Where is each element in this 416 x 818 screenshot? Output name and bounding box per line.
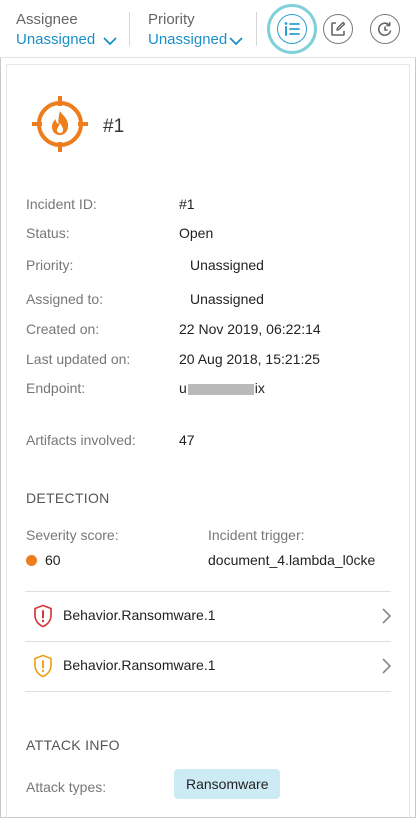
assignee-label: Assignee — [16, 11, 78, 28]
divider — [25, 591, 391, 592]
behavior-item[interactable]: Behavior.Ransomware.1 — [25, 593, 391, 639]
divider — [25, 641, 391, 642]
edit-button[interactable] — [323, 14, 353, 44]
chevron-down-icon — [229, 37, 243, 46]
incident-header: Assignee Unassigned Priority Unassigned — [0, 0, 416, 58]
history-button[interactable] — [370, 14, 400, 44]
assignee-value: Unassigned — [16, 31, 96, 48]
priority-selector[interactable]: Priority Unassigned — [148, 11, 243, 50]
details-view-button[interactable] — [277, 14, 307, 44]
info-list-icon — [284, 22, 300, 36]
trigger-label: Incident trigger: — [208, 527, 305, 543]
attack-types-label: Attack types: — [26, 779, 107, 795]
chevron-right-icon — [382, 608, 391, 624]
shield-alert-icon — [34, 654, 52, 678]
header-divider — [256, 12, 257, 46]
detail-key: Last updated on: — [26, 351, 131, 367]
endpoint-value: u ix — [179, 379, 265, 397]
detail-key: Endpoint: — [26, 380, 86, 396]
severity-value: 60 — [45, 552, 61, 568]
incident-crosshair-fire-icon — [32, 96, 88, 152]
assignee-dropdown[interactable]: Unassigned — [16, 30, 117, 50]
priority-label: Priority — [148, 11, 195, 28]
redacted-block — [187, 383, 254, 395]
behavior-item[interactable]: Behavior.Ransomware.1 — [25, 643, 391, 689]
severity-label: Severity score: — [26, 527, 119, 543]
severity-score: 60 — [26, 551, 61, 569]
chevron-right-icon — [382, 658, 391, 674]
header-divider — [129, 12, 130, 46]
detail-value: Unassigned — [190, 291, 264, 307]
detail-value: 22 Nov 2019, 06:22:14 — [179, 321, 321, 337]
behavior-label: Behavior.Ransomware.1 — [63, 607, 216, 623]
attack-type-tag[interactable]: Ransomware — [174, 769, 281, 799]
detail-value: Unassigned — [190, 257, 264, 273]
incident-title: #1 — [103, 116, 125, 137]
detail-value: Open — [179, 225, 214, 241]
assignee-selector[interactable]: Assignee Unassigned — [16, 11, 117, 50]
detail-key: Created on: — [26, 321, 100, 337]
shield-alert-icon — [34, 604, 52, 628]
detail-value: 20 Aug 2018, 15:21:25 — [179, 351, 320, 367]
severity-dot-icon — [26, 554, 37, 566]
edit-icon — [331, 21, 346, 36]
endpoint-prefix: u — [179, 380, 187, 396]
detail-key: Assigned to: — [26, 291, 104, 307]
detection-section-title: DETECTION — [26, 490, 110, 506]
attack-info-section-title: ATTACK INFO — [26, 737, 120, 753]
detail-key: Artifacts involved: — [26, 432, 136, 448]
endpoint-suffix: ix — [254, 380, 265, 396]
detail-key: Priority: — [26, 257, 74, 273]
trigger-value: document_4.lambda_l0cke — [208, 552, 376, 568]
detail-key: Status: — [26, 225, 70, 241]
behavior-label: Behavior.Ransomware.1 — [63, 657, 216, 673]
detail-key: Incident ID: — [26, 196, 97, 212]
detail-value: #1 — [179, 196, 195, 212]
history-icon — [377, 22, 392, 37]
divider — [25, 691, 391, 692]
priority-dropdown[interactable]: Unassigned — [148, 30, 243, 50]
detail-value: 47 — [179, 432, 195, 448]
chevron-down-icon — [103, 37, 117, 46]
priority-value: Unassigned — [148, 31, 228, 48]
